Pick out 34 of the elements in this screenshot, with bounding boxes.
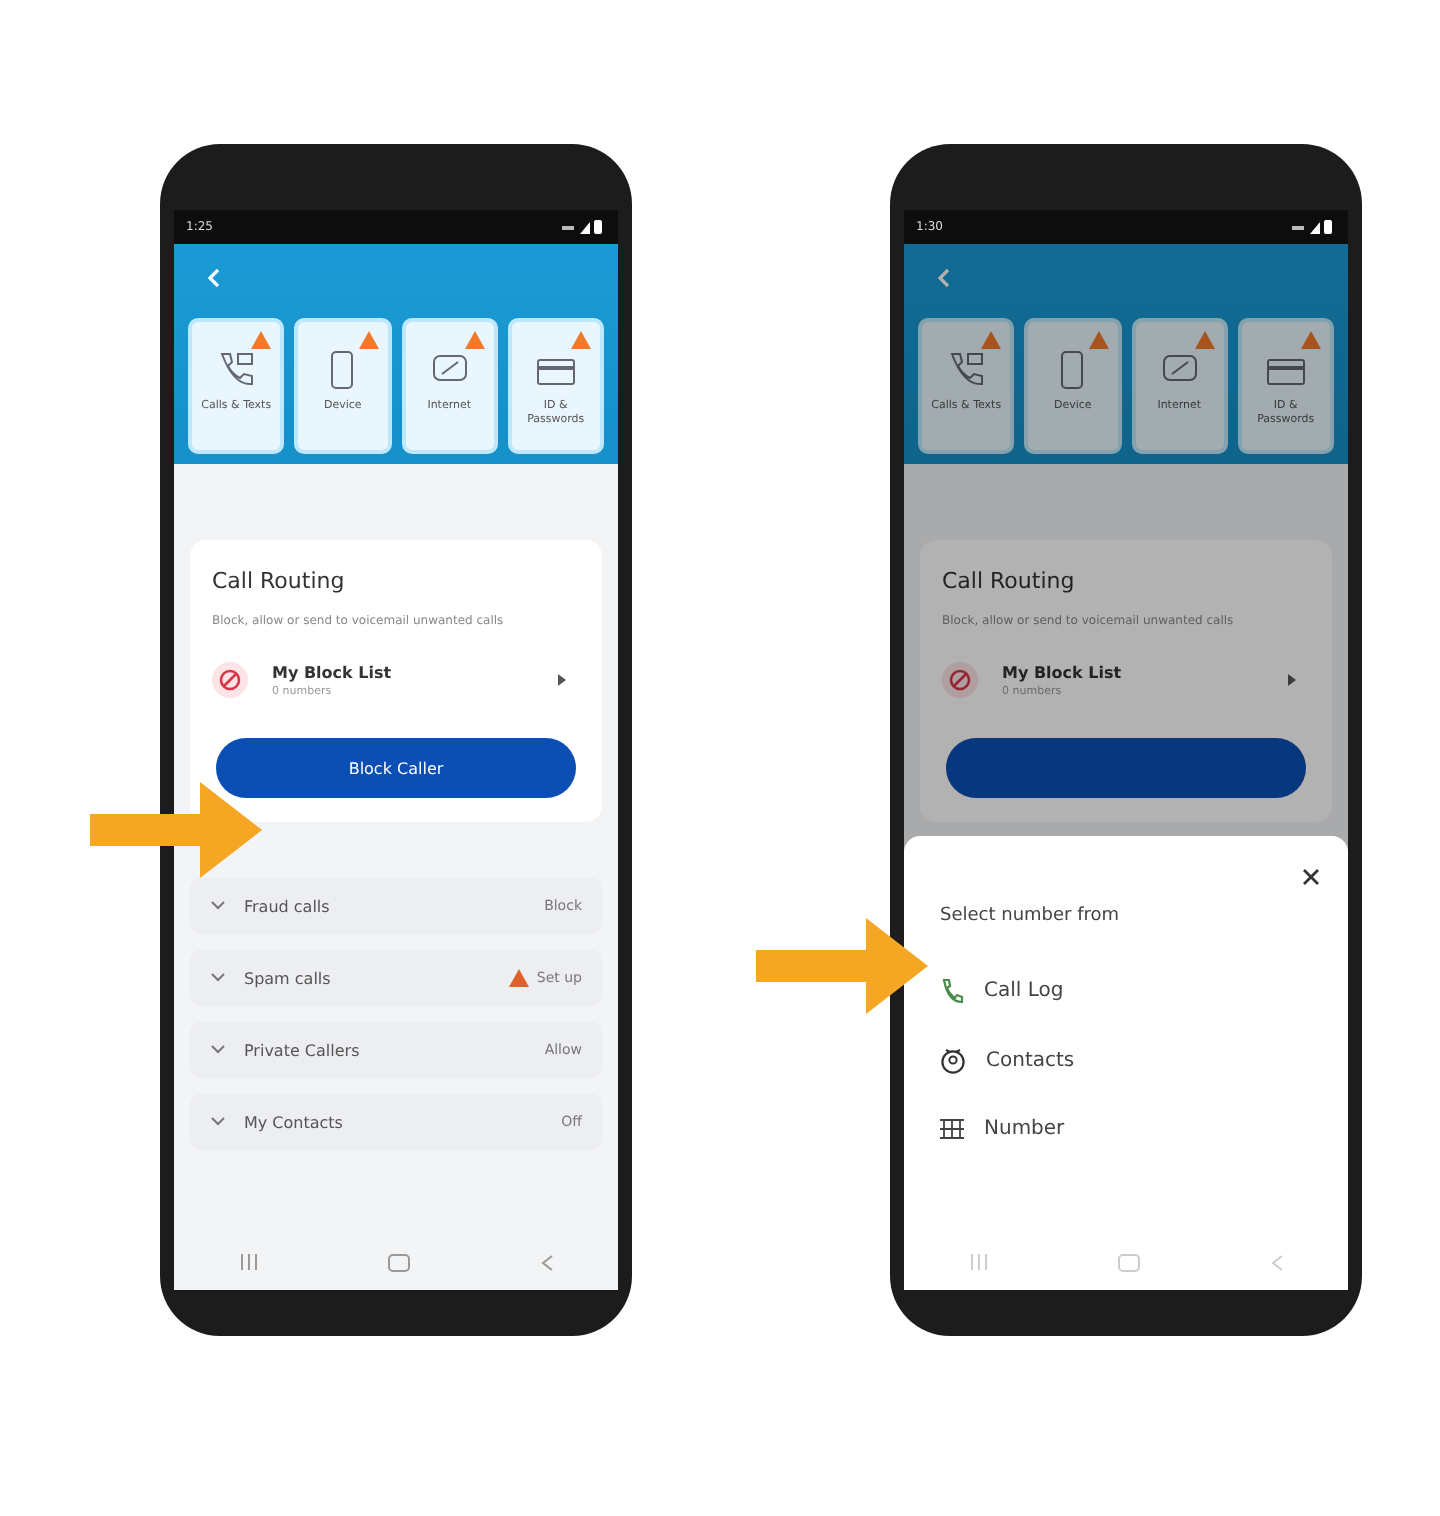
sheet-title: Select number from bbox=[940, 906, 1120, 926]
chevron-right-icon bbox=[1286, 672, 1298, 689]
signal-battery-icon bbox=[1292, 220, 1336, 234]
close-icon[interactable] bbox=[1302, 868, 1320, 886]
chevron-down-icon bbox=[210, 900, 226, 913]
row-label: My Contacts bbox=[244, 1113, 345, 1132]
home-icon[interactable] bbox=[1117, 1253, 1139, 1271]
recent-apps-icon[interactable] bbox=[969, 1254, 987, 1270]
source-option[interactable]: Contacts bbox=[940, 1048, 1075, 1074]
block-caller-button[interactable]: Block Caller bbox=[216, 738, 576, 799]
row-label: Private Callers bbox=[244, 1041, 362, 1060]
dialpad-icon bbox=[940, 1118, 964, 1140]
recent-apps-icon[interactable] bbox=[239, 1254, 257, 1270]
block-caller-button[interactable] bbox=[946, 738, 1306, 799]
block-icon bbox=[942, 662, 978, 699]
chevron-right-icon bbox=[556, 672, 568, 689]
source-option[interactable]: Call Log bbox=[940, 978, 1064, 1004]
source-option[interactable]: Number bbox=[940, 1118, 1065, 1140]
phone-icon bbox=[940, 978, 964, 1004]
chevron-down-icon bbox=[210, 1116, 226, 1129]
section-title: Call Routing bbox=[942, 568, 1075, 594]
row-label: Spam calls bbox=[244, 969, 333, 988]
chevron-down-icon bbox=[210, 1044, 226, 1057]
list-item-title: My Block List bbox=[1002, 663, 1124, 682]
home-icon[interactable] bbox=[387, 1253, 409, 1271]
row-label: Fraud calls bbox=[244, 897, 332, 916]
back-icon[interactable] bbox=[539, 1253, 553, 1271]
contacts-icon bbox=[940, 1048, 966, 1074]
chevron-down-icon bbox=[210, 972, 226, 985]
section-title: Call Routing bbox=[212, 568, 345, 594]
block-icon bbox=[212, 662, 248, 699]
back-icon[interactable] bbox=[1269, 1253, 1283, 1271]
list-item-title: My Block List bbox=[272, 663, 394, 682]
signal-battery-icon bbox=[562, 220, 606, 234]
